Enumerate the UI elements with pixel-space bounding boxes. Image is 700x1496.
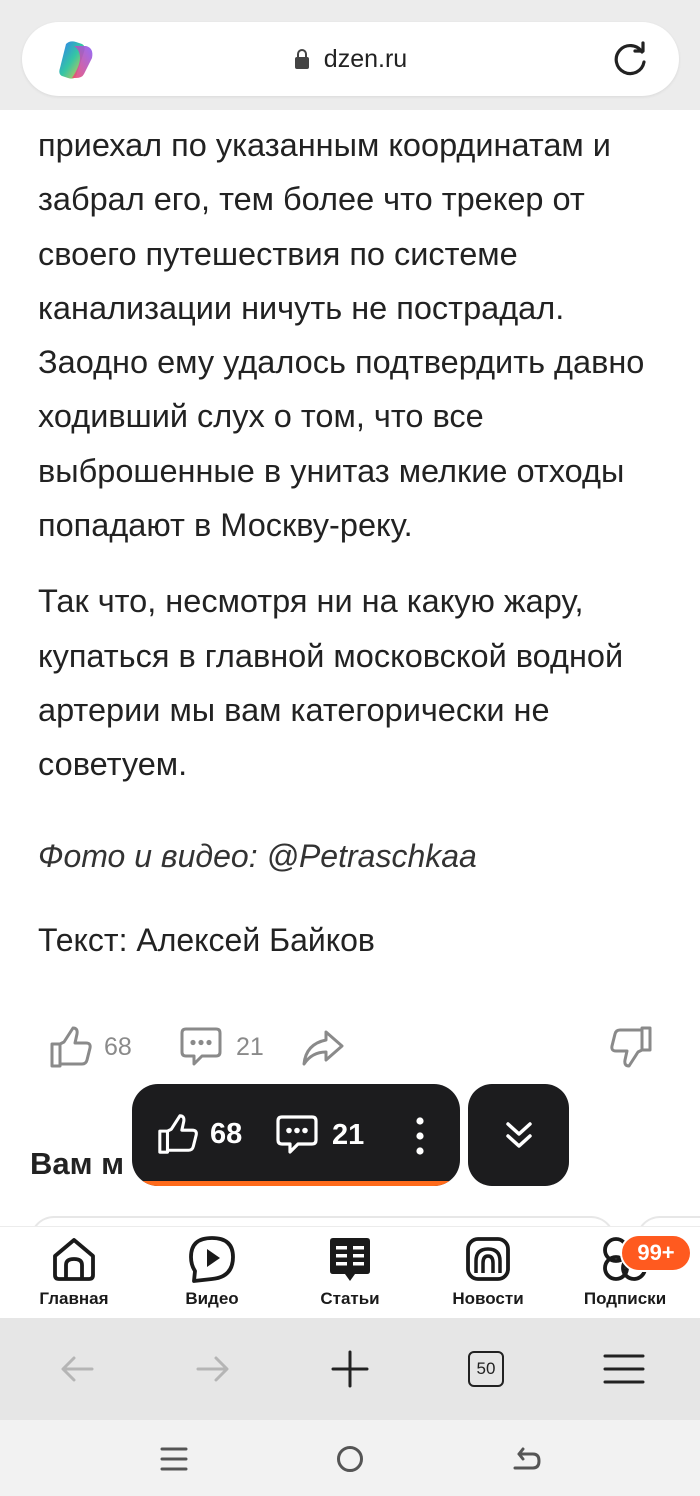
more-vertical-icon[interactable] <box>410 1114 430 1158</box>
nav-label: Главная <box>39 1289 109 1308</box>
back-arrow-icon[interactable] <box>56 1348 98 1390</box>
back-nav-icon[interactable] <box>509 1442 543 1476</box>
subscriptions-badge: 99+ <box>620 1234 692 1272</box>
nav-item-video[interactable]: Видео <box>152 1233 272 1309</box>
video-icon <box>189 1236 235 1283</box>
share-icon[interactable] <box>300 1026 346 1070</box>
scroll-down-button[interactable] <box>468 1084 569 1186</box>
tabs-button[interactable]: 50 <box>468 1351 504 1387</box>
floating-action-bar: 68 21 <box>132 1084 460 1186</box>
nav-label: Подписки <box>583 1289 667 1308</box>
nav-item-news[interactable]: Новости <box>428 1233 548 1309</box>
floating-like-count: 68 <box>210 1117 243 1150</box>
browser-address-bar-area: dzen.ru <box>0 0 700 110</box>
article-paragraph: Так что, несмотря ни на какую жару, купа… <box>38 583 624 783</box>
nav-label: Видео <box>185 1289 239 1308</box>
home-icon <box>53 1238 95 1281</box>
article-paragraph: приехал по указанным координатам и забра… <box>38 127 645 544</box>
nav-label: Новости <box>452 1289 524 1308</box>
url-domain[interactable]: dzen.ru <box>324 45 407 74</box>
zen-bottom-nav: Главная Видео Статьи Новости Подписки <box>0 1226 700 1318</box>
text-credit: Текст: Алексей Байков <box>38 922 375 958</box>
recommendations-title: Вам м <box>30 1146 125 1181</box>
comment-count: 21 <box>236 1032 264 1061</box>
nav-item-articles[interactable]: Статьи <box>290 1233 410 1309</box>
articles-icon <box>330 1238 370 1281</box>
double-chevron-down-icon <box>505 1122 532 1148</box>
url-pill[interactable]: dzen.ru <box>22 22 679 96</box>
thumbs-up-icon <box>158 1114 198 1154</box>
system-nav-bar <box>0 1420 700 1496</box>
like-button[interactable]: 68 <box>48 1024 132 1070</box>
comment-icon <box>180 1027 222 1066</box>
recent-apps-icon[interactable] <box>157 1442 191 1476</box>
article-body: приехал по указанным координатам и забра… <box>38 118 678 792</box>
home-circle-icon[interactable] <box>333 1442 367 1476</box>
reload-icon[interactable] <box>611 40 649 78</box>
photo-credit: Фото и видео: @Petraschkaa <box>38 838 477 874</box>
comments-button[interactable]: 21 <box>178 1024 264 1070</box>
reactions-row: 68 21 <box>0 1020 700 1076</box>
comment-icon <box>276 1115 318 1154</box>
floating-comments-button[interactable]: 21 <box>274 1112 364 1158</box>
lock-icon <box>294 49 309 69</box>
floating-comment-count: 21 <box>332 1118 365 1151</box>
new-tab-plus-icon[interactable] <box>329 1348 371 1390</box>
news-icon <box>466 1237 510 1281</box>
nav-item-home[interactable]: Главная <box>14 1233 134 1309</box>
menu-hamburger-icon[interactable] <box>603 1348 645 1390</box>
forward-arrow-icon[interactable] <box>192 1348 234 1390</box>
thumbs-down-icon[interactable] <box>608 1024 654 1070</box>
nav-label: Статьи <box>320 1289 380 1308</box>
browser-toolbar: 50 <box>0 1318 700 1420</box>
reading-progress-bar <box>132 1181 460 1186</box>
like-count: 68 <box>104 1032 132 1061</box>
thumbs-up-icon <box>50 1026 92 1068</box>
floating-like-button[interactable]: 68 <box>156 1112 242 1156</box>
